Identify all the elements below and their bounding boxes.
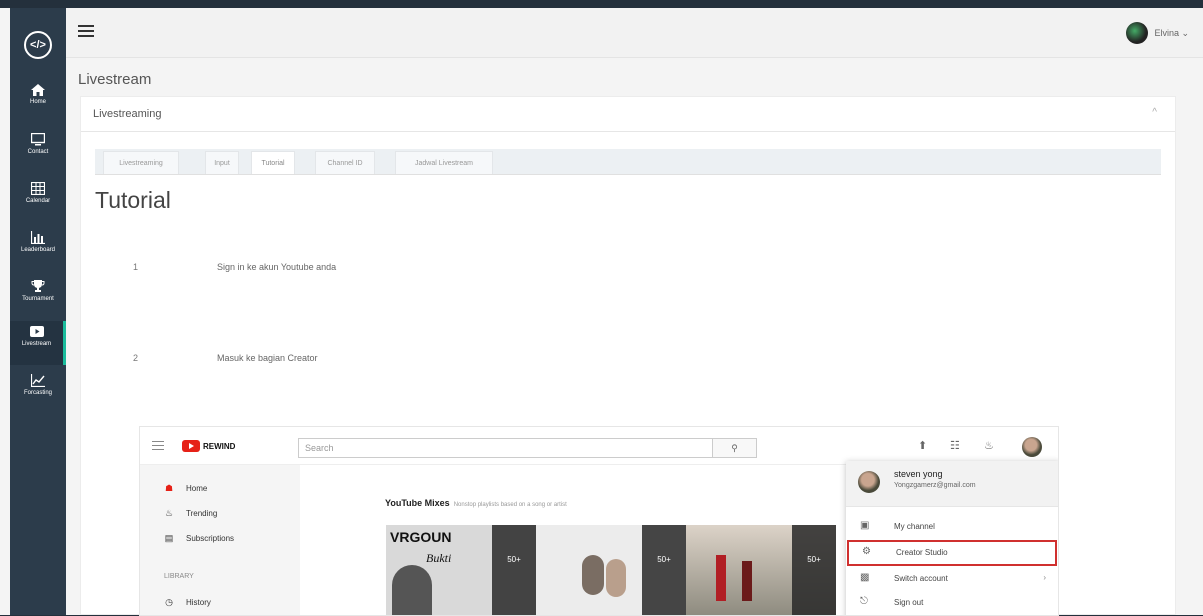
card-header: Livestreaming ^ [81,97,1175,132]
youtube-avatar [1022,437,1042,457]
sidebar-item-label: Leaderboard [20,247,56,253]
home-icon [31,84,45,96]
tab-livestreaming[interactable]: Livestreaming [103,151,179,174]
youtube-header: REWIND Search ⚲ ⬆ ☷ ♨ [140,427,1058,465]
account-dropdown: steven yong Yongzgamerz@gmail.com ▣ My c… [846,461,1058,615]
collapse-icon[interactable]: ^ [1152,107,1157,118]
youtube-sidebar: ☗ Home ♨ Trending ▤ Subscriptions LIBRARY ◷… [140,465,300,615]
sidebar-item-label: Tournament [22,296,54,302]
tab-jadwal-livestream[interactable]: Jadwal Livestream [395,151,493,174]
step-number: 2 [133,353,139,363]
app-frame: </> Home Contact Calendar Leaderboard To… [0,8,1203,616]
sidebar-item-home[interactable]: Home [10,80,66,124]
bar-chart-icon [31,231,45,244]
youtube-nav-home: ☗ Home [164,483,208,493]
sidebar-item-calendar[interactable]: Calendar [10,178,66,222]
livestream-card: Livestreaming ^ Livestreaming Input Tuto… [80,96,1176,616]
account-email: Yongzgamerz@gmail.com [894,482,976,489]
youtube-nav-history: ◷ History [165,597,211,607]
menu-item-sign-out: ⎋ Sign out [860,596,924,608]
sidebar-item-label: Home [29,99,46,105]
home-icon: ☗ [164,483,174,493]
history-icon: ◷ [165,597,173,607]
step-number: 1 [133,262,139,272]
menu-item-my-channel: ▣ My channel [860,520,935,532]
youtube-play-icon [182,440,200,452]
mix-count: 50+ [492,525,536,615]
mix-thumbnail: VRGOUN Bukti 50+ [386,525,536,615]
sidebar: </> Home Contact Calendar Leaderboard To… [10,8,66,615]
tutorial-heading: Tutorial [95,187,171,213]
youtube-library-label: LIBRARY [164,573,194,580]
page-title: Livestream [78,71,152,88]
tab-bar: Livestreaming Input Tutorial Channel ID … [95,149,1161,175]
sign-out-icon: ⎋ [860,596,868,607]
tab-channel-id[interactable]: Channel ID [315,151,375,174]
mix-count: 50+ [792,525,836,615]
menu-item-switch-account: ▩ Switch account › [860,572,1046,584]
user-name: Elvina ⌄ [1154,27,1189,38]
app-logo[interactable]: </> [24,31,52,59]
calendar-icon [31,182,45,195]
line-chart-icon [31,374,45,387]
youtube-screenshot: REWIND Search ⚲ ⬆ ☷ ♨ ☗ Home ♨ Trending ▤ S… [139,426,1059,616]
youtube-menu-icon [152,441,164,450]
chevron-right-icon: › [1043,573,1046,582]
mix-thumbnail: 50+ [536,525,686,615]
sidebar-item-contact[interactable]: Contact [10,129,66,173]
flame-icon: ♨ [164,508,174,518]
bell-icon: ♨ [984,440,994,452]
youtube-nav-subscriptions: ▤ Subscriptions [164,533,235,543]
menu-item-creator-studio: ⚙ Creator Studio [847,540,1057,566]
step-text: Masuk ke bagian Creator [217,353,318,363]
youtube-logo-text: REWIND [203,441,236,451]
youtube-logo: REWIND [182,440,235,452]
sidebar-item-tournament[interactable]: Tournament [10,276,66,320]
mix-count: 50+ [642,525,686,615]
menu-toggle-icon[interactable] [78,25,94,39]
apps-grid-icon: ☷ [950,440,960,452]
account-name: steven yong [894,469,943,479]
card-title: Livestreaming [93,108,162,120]
upload-icon: ⬆ [918,440,928,452]
sidebar-item-label: Contact [27,149,49,155]
tab-tutorial[interactable]: Tutorial [251,151,295,174]
switch-account-icon: ▩ [860,572,870,583]
sidebar-item-livestream[interactable]: Livestream [10,321,66,365]
mixes-title: YouTube Mixes Nonstop playlists based on … [385,498,567,508]
monitor-icon [31,133,45,146]
channel-icon: ▣ [860,520,870,531]
youtube-search-input: Search [298,438,713,458]
tab-input[interactable]: Input [205,151,239,174]
gear-icon: ⚙ [862,546,871,557]
user-menu[interactable]: Elvina ⌄ [1126,22,1189,44]
youtube-nav-trending: ♨ Trending [164,508,218,518]
sidebar-item-label: Calendar [25,198,51,204]
play-icon [29,326,44,337]
subscriptions-icon: ▤ [164,533,174,543]
mix-thumbnail: 50+ [686,525,836,615]
step-text: Sign in ke akun Youtube anda [217,262,337,272]
avatar [1126,22,1149,44]
sidebar-item-leaderboard[interactable]: Leaderboard [10,227,66,271]
trophy-icon [31,280,45,292]
topbar: Elvina ⌄ [66,8,1203,58]
sidebar-item-label: Livestream [21,341,52,347]
sidebar-item-label: Forcasting [23,390,52,396]
sidebar-item-forcasting[interactable]: Forcasting [10,370,66,414]
account-header: steven yong Yongzgamerz@gmail.com [846,461,1058,507]
avatar [858,471,880,493]
search-icon: ⚲ [713,438,757,458]
